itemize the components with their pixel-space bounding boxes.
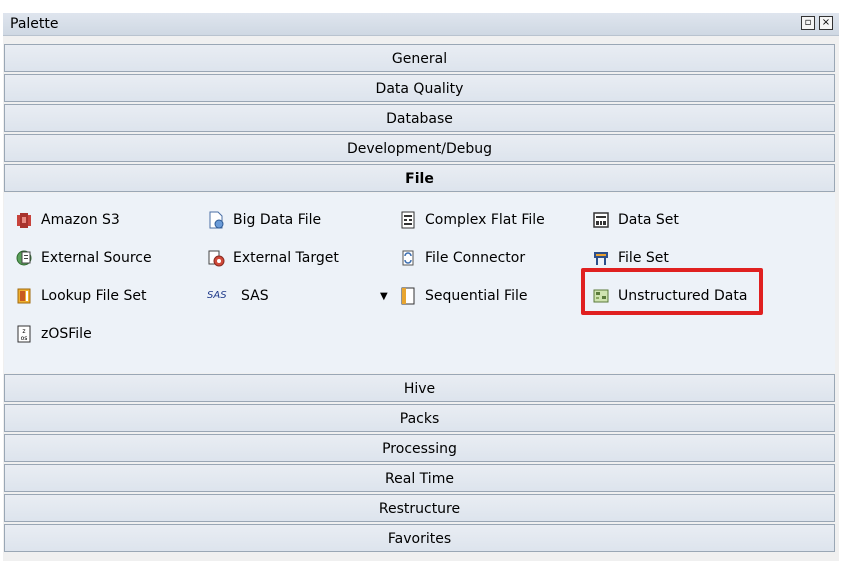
big-data-file-icon [209, 211, 224, 229]
category-packs[interactable]: Packs [4, 404, 835, 432]
zos-file-icon: z os [17, 325, 31, 343]
item-big-data-file[interactable]: Big Data File [207, 208, 321, 232]
category-database[interactable]: Database [4, 104, 835, 132]
category-data-quality[interactable]: Data Quality [4, 74, 835, 102]
category-file[interactable]: File [4, 164, 835, 192]
category-general[interactable]: General [4, 44, 835, 72]
item-label: File Connector [425, 250, 526, 266]
category-restructure[interactable]: Restructure [4, 494, 835, 522]
item-complex-flat-file[interactable]: Complex Flat File [399, 208, 545, 232]
item-label: File Set [618, 250, 669, 266]
file-set-icon [594, 252, 608, 265]
item-label: Sequential File [425, 288, 528, 304]
category-hive[interactable]: Hive [4, 374, 835, 402]
restore-icon[interactable]: ▫ [801, 16, 815, 30]
item-file-set[interactable]: File Set [592, 246, 669, 270]
item-external-target[interactable]: External Target [207, 246, 339, 270]
svg-text:z: z [22, 328, 25, 335]
category-real-time[interactable]: Real Time [4, 464, 835, 492]
complex-flat-file-icon [401, 211, 415, 229]
file-connector-icon [402, 250, 414, 266]
item-data-set[interactable]: Data Set [592, 208, 679, 232]
item-label: External Target [233, 250, 339, 266]
item-label: Data Set [618, 212, 679, 228]
item-label: Amazon S3 [41, 212, 120, 228]
lookup-file-set-icon [17, 288, 31, 304]
category-processing[interactable]: Processing [4, 434, 835, 462]
close-icon[interactable]: × [819, 16, 833, 30]
svg-text:os: os [21, 335, 28, 342]
item-zos-file[interactable]: z os zOSFile [15, 322, 92, 346]
item-label: Lookup File Set [41, 288, 147, 304]
item-sas[interactable]: SAS SAS [207, 284, 269, 308]
chevron-down-icon[interactable]: ▼ [380, 291, 388, 302]
external-source-icon [16, 250, 32, 266]
amazon-s3-icon [17, 213, 31, 228]
item-amazon-s3[interactable]: Amazon S3 [15, 208, 120, 232]
item-file-connector[interactable]: File Connector [399, 246, 525, 270]
item-lookup-file-set[interactable]: Lookup File Set [15, 284, 146, 308]
category-development-debug[interactable]: Development/Debug [4, 134, 835, 162]
item-label: External Source [41, 250, 152, 266]
external-target-icon [208, 250, 225, 267]
data-set-icon [593, 212, 609, 228]
palette-title: Palette [10, 16, 59, 32]
item-label: Complex Flat File [425, 212, 545, 228]
category-favorites[interactable]: Favorites [4, 524, 835, 552]
item-sequential-file[interactable]: Sequential File [399, 284, 527, 308]
sequential-file-icon [401, 287, 415, 305]
item-external-source[interactable]: External Source [15, 246, 152, 270]
highlight-box [581, 268, 763, 315]
sas-icon: SAS [207, 290, 227, 301]
item-label: Big Data File [233, 212, 322, 228]
palette-titlebar: Palette ▫ × [3, 13, 839, 36]
item-label: zOSFile [41, 326, 92, 342]
item-label: SAS [241, 288, 269, 304]
